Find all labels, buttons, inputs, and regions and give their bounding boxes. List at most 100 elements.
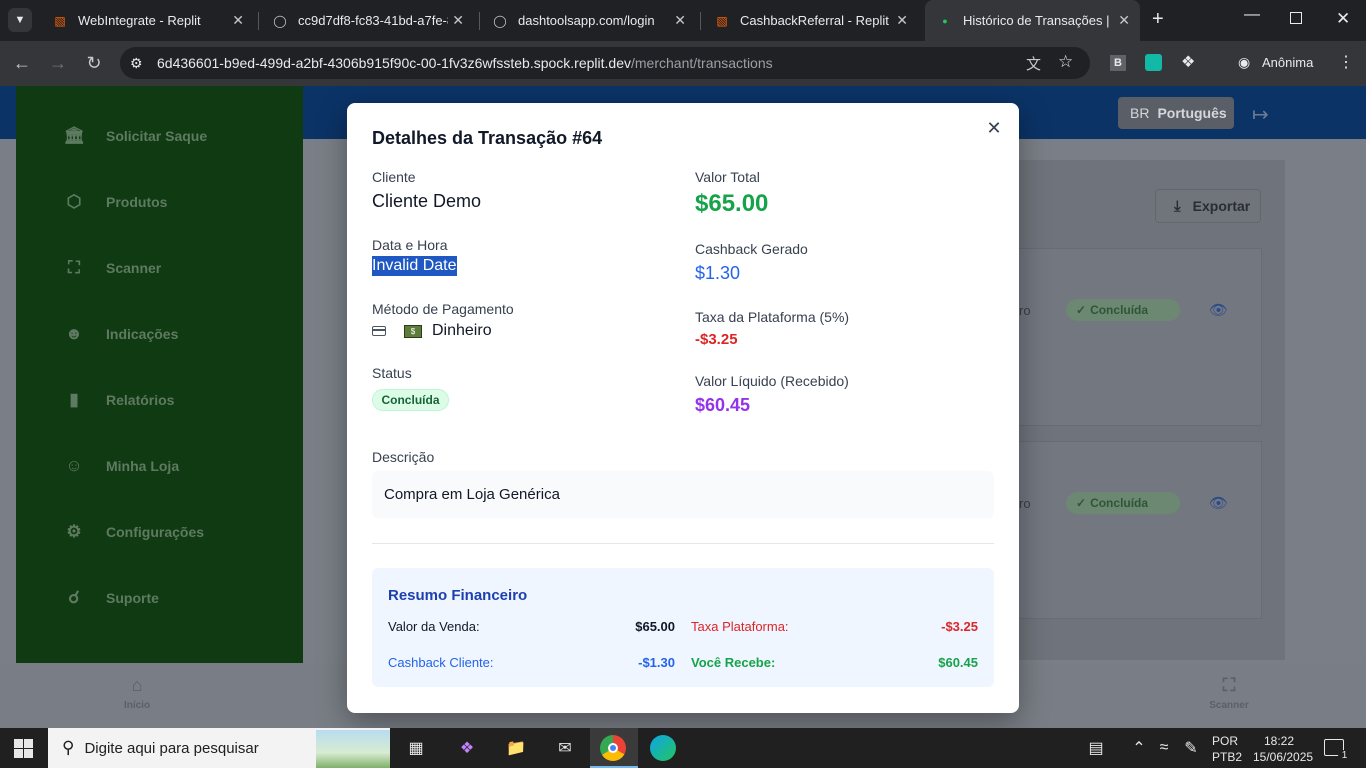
date-label: Data e Hora: [372, 237, 448, 253]
transaction-card: [1000, 248, 1262, 426]
fee-value: -$3.25: [941, 619, 978, 634]
status-label: Status: [372, 365, 412, 381]
description-box: Compra em Loja Genérica: [372, 471, 994, 518]
wifi-icon[interactable]: ≈: [1150, 736, 1178, 760]
minimize-icon[interactable]: —: [1244, 6, 1260, 24]
search-highlight-image: [316, 730, 390, 768]
close-tab-icon[interactable]: ✕: [452, 12, 464, 29]
status-badge: Concluída: [372, 389, 449, 411]
browser-tab[interactable]: ◯ cc9d7df8-fc83-41bd-a7fe-83 ✕: [260, 0, 478, 41]
back-arrow-icon[interactable]: ←: [8, 49, 36, 77]
profile-label[interactable]: Anônima: [1262, 55, 1313, 70]
payment-method-label: Método de Pagamento: [372, 301, 514, 317]
input-language[interactable]: POR PTB2: [1212, 733, 1242, 765]
replit-icon: ▧: [716, 13, 728, 28]
language-selector[interactable]: BR Português: [1118, 97, 1234, 129]
sidebar-item-my-store[interactable]: ☺ Minha Loja: [64, 446, 179, 486]
browser-tab-active[interactable]: ● Histórico de Transações | Val ✕: [925, 0, 1140, 41]
replit-icon: ▧: [54, 13, 66, 28]
net-value-label: Valor Líquido (Recebido): [695, 373, 849, 389]
language-label: Português: [1157, 105, 1227, 121]
browser-tab[interactable]: ▧ CashbackReferral - Replit ✕: [702, 0, 922, 41]
sidebar-item-support[interactable]: ☌ Suporte: [64, 578, 159, 618]
close-window-icon[interactable]: ✕: [1336, 9, 1350, 29]
status-badge: ✓ Concluída: [1066, 299, 1180, 321]
status-badge: ✓ Concluída: [1066, 492, 1180, 514]
sidebar-item-referrals[interactable]: ☻ Indicações: [64, 314, 178, 354]
close-tab-icon[interactable]: ✕: [232, 12, 244, 29]
date-value: Invalid Date: [372, 256, 457, 276]
row-text-fragment: ro: [1019, 496, 1031, 511]
user-icon: ☺: [65, 456, 83, 475]
bookmark-star-icon[interactable]: ☆: [1058, 52, 1073, 72]
url-text[interactable]: 6d436601-b9ed-499d-a2bf-4306b915f90c-00-…: [157, 55, 773, 71]
check-circle-icon: ✓: [1076, 496, 1087, 510]
fee-label: Taxa Plataforma:: [691, 619, 789, 634]
view-eye-icon[interactable]: 👁: [1209, 494, 1228, 512]
tab-search-button[interactable]: ▼: [8, 8, 32, 32]
sidebar: 🏛 Solicitar Saque ⬡ Produtos ⛶ Scanner ☻ Ind…: [16, 86, 303, 663]
clock[interactable]: 18:22 15/06/2025: [1253, 733, 1313, 765]
sidebar-item-withdraw[interactable]: 🏛 Solicitar Saque: [63, 116, 207, 156]
sidebar-item-products[interactable]: ⬡ Produtos: [64, 182, 168, 222]
credit-card-icon: [372, 326, 386, 336]
total-value: $65.00: [695, 190, 769, 217]
show-hidden-icons[interactable]: ⌃: [1125, 736, 1153, 760]
users-icon: ☻: [65, 324, 83, 343]
site-info-icon[interactable]: ⚙: [130, 55, 143, 72]
file-explorer-icon[interactable]: 📁: [502, 736, 530, 760]
extension-green-icon[interactable]: [1145, 54, 1162, 71]
payment-method-value: Dinheiro: [432, 322, 492, 339]
browser-tab[interactable]: ◯ dashtoolsapp.com/login ✕: [480, 0, 700, 41]
sale-value: $65.00: [635, 619, 675, 634]
mail-icon[interactable]: ✉: [551, 736, 579, 760]
windows-start-icon[interactable]: [14, 739, 33, 758]
scan-icon: ⛶: [68, 258, 80, 277]
sidebar-item-reports[interactable]: ▮ Relatórios: [64, 380, 174, 420]
new-tab-button[interactable]: +: [1152, 8, 1164, 31]
extension-b-icon[interactable]: B: [1110, 55, 1126, 71]
payment-method-row: $ Dinheiro: [372, 322, 492, 340]
client-label: Cliente: [372, 169, 416, 185]
pen-icon[interactable]: ✎: [1177, 736, 1205, 760]
forward-arrow-icon[interactable]: →: [44, 49, 72, 77]
transaction-card: [1000, 441, 1262, 619]
browser-tab[interactable]: ▧ WebIntegrate - Replit ✕: [40, 0, 258, 41]
bottom-nav-home[interactable]: ⌂ Início: [118, 675, 156, 711]
extensions-puzzle-icon[interactable]: ❖: [1181, 52, 1195, 72]
translate-icon[interactable]: 文: [1026, 53, 1041, 74]
notification-count: 1: [1338, 750, 1351, 763]
close-tab-icon[interactable]: ✕: [674, 12, 686, 29]
logout-icon[interactable]: ↦: [1252, 102, 1269, 127]
meet-now-icon[interactable]: ▤: [1082, 736, 1110, 760]
search-icon: ⚲: [62, 738, 75, 757]
sidebar-item-settings[interactable]: ⚙ Configurações: [64, 512, 204, 552]
sidebar-item-scanner[interactable]: ⛶ Scanner: [64, 248, 161, 288]
bottom-nav-scanner[interactable]: ⛶ Scanner: [1208, 675, 1250, 711]
copilot-icon[interactable]: ❖: [453, 736, 481, 760]
export-button[interactable]: ⤓ Exportar: [1155, 189, 1261, 223]
row-text-fragment: ro: [1019, 303, 1031, 318]
close-icon[interactable]: ✕: [984, 118, 1004, 138]
chart-icon: ▮: [69, 390, 79, 409]
task-view-icon[interactable]: ▦: [402, 736, 430, 760]
modal-title: Detalhes da Transação #64: [372, 128, 603, 148]
chrome-icon[interactable]: [600, 735, 626, 761]
browser-menu-icon[interactable]: ⋮: [1338, 52, 1354, 72]
globe-icon: ◯: [273, 13, 287, 28]
headset-icon: ☌: [68, 588, 80, 607]
home-icon: ⌂: [131, 675, 143, 695]
edge-icon[interactable]: [650, 735, 676, 761]
close-tab-icon[interactable]: ✕: [896, 12, 908, 29]
view-eye-icon[interactable]: 👁: [1209, 301, 1228, 319]
incognito-icon[interactable]: ◉: [1238, 54, 1250, 71]
cashback-value: $1.30: [695, 263, 741, 283]
platform-fee-label: Taxa da Plataforma (5%): [695, 309, 850, 325]
total-label: Valor Total: [695, 169, 760, 185]
close-tab-icon[interactable]: ✕: [1118, 12, 1130, 29]
you-receive-label: Você Recebe:: [691, 655, 776, 670]
reload-icon[interactable]: ↻: [80, 49, 108, 77]
net-value: $60.45: [695, 395, 751, 415]
flag-label: BR: [1130, 105, 1150, 121]
restore-icon[interactable]: [1290, 12, 1302, 24]
